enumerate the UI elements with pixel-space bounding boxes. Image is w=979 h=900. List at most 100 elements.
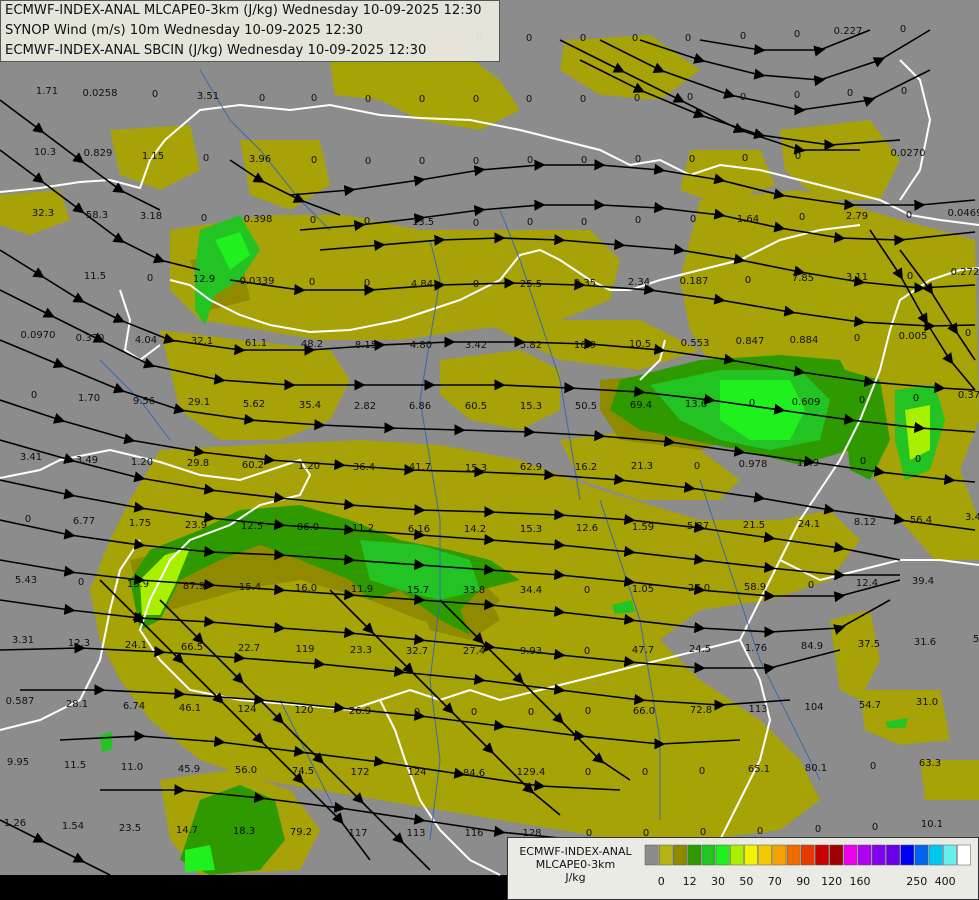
cape-value: 104: [804, 702, 823, 713]
cape-value: 0: [147, 273, 153, 284]
cape-value: 14.7: [176, 825, 198, 836]
cape-value: 72.8: [690, 705, 712, 716]
cape-value: 4.04: [135, 335, 157, 346]
cape-value: 117: [348, 828, 367, 839]
cape-value: 6.74: [123, 701, 145, 712]
cape-value: 45.9: [178, 764, 200, 775]
cape-value: 56.4: [910, 515, 932, 526]
cape-value: 1.76: [745, 643, 767, 654]
cape-value: 46.1: [179, 703, 201, 714]
cape-value: 11.9: [351, 584, 373, 595]
cape-value: 69.4: [630, 400, 652, 411]
cape-value: 0: [854, 333, 860, 344]
cape-value: 0: [310, 215, 316, 226]
cape-value: 0: [473, 94, 479, 105]
cape-value: 15.3: [465, 463, 487, 474]
cape-value: 0: [860, 456, 866, 467]
cape-value: 22.7: [238, 643, 260, 654]
cape-value: 0: [689, 154, 695, 165]
cape-value: 0: [36, 269, 42, 280]
cape-value: 34.4: [520, 585, 542, 596]
cape-value: 0: [749, 398, 755, 409]
cape-value: 1.54: [62, 821, 84, 832]
legend-box: ECMWF-INDEX-ANAL MLCAPE0-3km J/kg: [507, 837, 979, 900]
cape-value: 0: [152, 89, 158, 100]
cape-value: 56.0: [235, 765, 257, 776]
cape-value: 12.9: [193, 274, 215, 285]
cape-value: 0: [815, 824, 821, 835]
cape-value: 3.18: [140, 211, 162, 222]
cape-value: 61.1: [245, 338, 267, 349]
cape-value: 1.26: [4, 818, 26, 829]
cape-value: 0: [847, 88, 853, 99]
cape-value: 8.15: [355, 340, 377, 351]
cape-value: 0: [685, 33, 691, 44]
cape-value: 0: [687, 92, 693, 103]
cape-value: 0: [526, 33, 532, 44]
cape-value: 27.4: [463, 646, 485, 657]
cape-value: 27.0: [688, 583, 710, 594]
cape-value: 0: [419, 156, 425, 167]
cape-value: 0: [580, 94, 586, 105]
cape-value: 87.9: [183, 581, 205, 592]
cape-value: 14.2: [464, 524, 486, 535]
cape-value: 0: [635, 215, 641, 226]
cape-value: 0.187: [680, 276, 709, 287]
cape-value: 39.4: [912, 576, 934, 587]
cape-value: 0: [740, 31, 746, 42]
cape-value: 0: [634, 93, 640, 104]
cape-value: 0: [965, 328, 971, 339]
cape-value: 66.5: [181, 642, 203, 653]
cape-value: 24.1: [125, 640, 147, 651]
cape-value: 172: [350, 767, 369, 778]
cape-value: 0.0339: [240, 276, 275, 287]
cape-value: 13.5: [412, 217, 434, 228]
cape-value: 113: [406, 828, 425, 839]
cape-value: 84.9: [801, 641, 823, 652]
cape-value: 0.978: [739, 459, 768, 470]
cape-value: 0: [364, 216, 370, 227]
title-line-cin: ECMWF-INDEX-ANAL SBCIN (J/kg) Wednesday …: [5, 43, 427, 58]
cape-value: 3.49: [76, 455, 98, 466]
cape-value: 0: [311, 155, 317, 166]
cape-value: 5.82: [520, 340, 542, 351]
cape-value: 113: [748, 704, 767, 715]
weather-map[interactable]: 0.227 0 0 0 0 0 0 0 0 1.71 0.0258 0 3.51 0 0 0 0 0 0 0 0 0 0 0 0…: [0, 0, 979, 900]
cape-value: 0: [581, 155, 587, 166]
cape-value: 5.62: [243, 399, 265, 410]
cape-value: 47.7: [632, 645, 654, 656]
cape-value: 4.80: [410, 340, 432, 351]
cape-value: 15.7: [407, 585, 429, 596]
cape-value: 0.829: [84, 148, 113, 159]
cape-value: 1.64: [737, 214, 759, 225]
cape-value: 0: [259, 93, 265, 104]
cape-value: 0: [473, 156, 479, 167]
cape-value: 3.11: [846, 272, 868, 283]
cape-value: 0: [528, 707, 534, 718]
cape-value: 0: [794, 29, 800, 40]
cape-value: 6.16: [408, 524, 430, 535]
cape-value: 1.70: [78, 393, 100, 404]
cape-value: 0: [907, 271, 913, 282]
cape-value: 0: [635, 154, 641, 165]
cape-value: 37.5: [858, 639, 880, 650]
cape-value: 12.3: [68, 638, 90, 649]
cape-value: 12.5: [241, 521, 263, 532]
cape-value: 10.1: [921, 819, 943, 830]
cape-value: 25.5: [520, 279, 542, 290]
cape-value: 65.1: [748, 764, 770, 775]
cape-value: 0: [745, 275, 751, 286]
cape-value: 9.93: [520, 646, 542, 657]
cape-value: 86.0: [297, 522, 319, 533]
cape-value: 0.272: [951, 267, 979, 278]
cape-value: 0: [694, 461, 700, 472]
cape-value: 16.9: [574, 340, 596, 351]
cape-value: 3.31: [12, 635, 34, 646]
map-title-box: ECMWF-INDEX-ANAL MLCAPE0-3km (J/kg) Wedn…: [0, 0, 500, 62]
cape-value: 80.1: [805, 763, 827, 774]
cape-value: 3.96: [249, 154, 271, 165]
cape-value: 0.0970: [21, 330, 56, 341]
cape-value: 1.71: [36, 86, 58, 97]
cape-value: 5: [973, 634, 979, 645]
cape-value: 48.2: [301, 339, 323, 350]
